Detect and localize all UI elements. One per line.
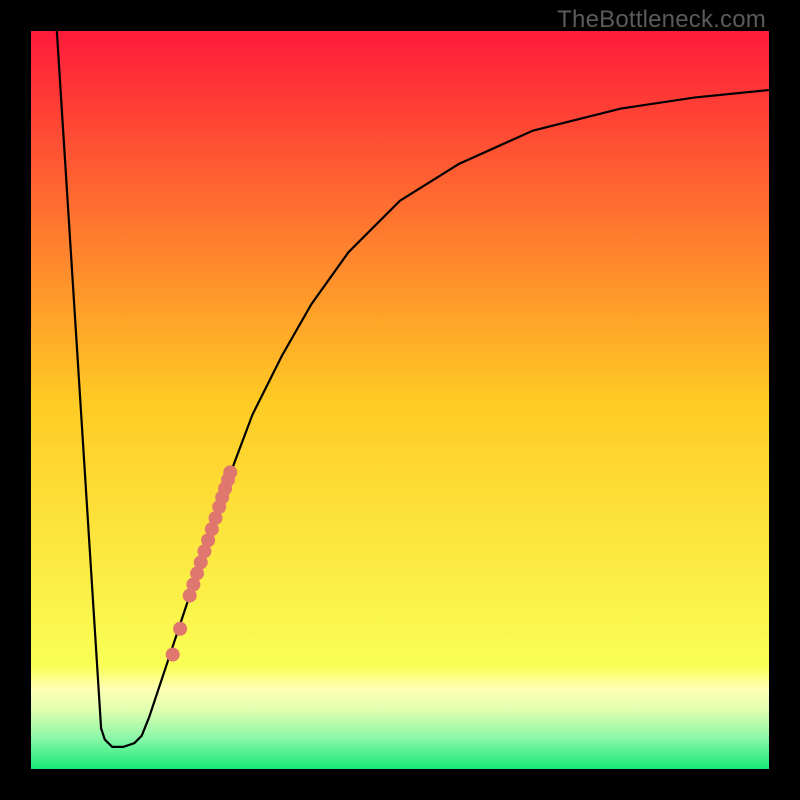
highlight-dot	[223, 465, 237, 479]
gradient-background	[31, 31, 769, 769]
plot-area	[31, 31, 769, 769]
highlight-dot	[173, 622, 187, 636]
highlight-dot	[166, 648, 180, 662]
watermark-text: TheBottleneck.com	[557, 6, 766, 34]
chart-canvas	[31, 31, 769, 769]
